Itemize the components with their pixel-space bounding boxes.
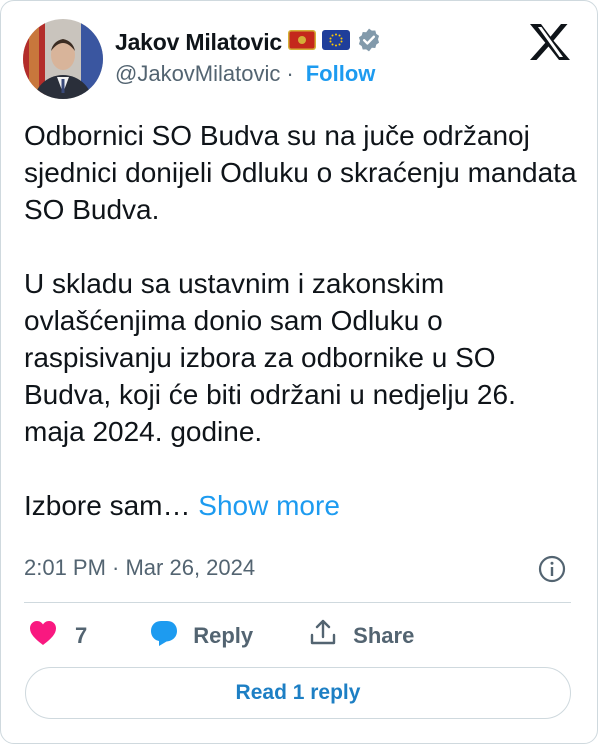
author-handle[interactable]: @JakovMilatovic: [115, 61, 280, 87]
handle-row: @JakovMilatovic · Follow: [115, 61, 375, 87]
avatar[interactable]: [23, 19, 103, 99]
divider: [24, 602, 571, 603]
tweet-timestamp[interactable]: 2:01 PM · Mar 26, 2024: [24, 555, 255, 581]
x-logo-icon[interactable]: [529, 23, 571, 61]
heart-icon: [29, 620, 57, 652]
tweet-body: Odbornici SO Budva su na juče održanoj s…: [24, 117, 584, 524]
author-name-row: Jakov Milatovic: [115, 27, 382, 57]
reply-button[interactable]: Reply: [135, 619, 253, 653]
share-button[interactable]: Share: [293, 619, 414, 653]
share-label: Share: [353, 623, 415, 648]
speech-bubble-icon: [149, 619, 179, 653]
show-more-link[interactable]: Show more: [198, 490, 340, 521]
tweet-paragraph: U skladu sa ustavnim i zakonskim ovlašće…: [24, 268, 516, 447]
separator-dot: ·: [286, 61, 294, 86]
reply-label: Reply: [193, 623, 254, 648]
action-bar: 7 Reply Share: [29, 619, 414, 653]
tweet-paragraph-truncated: Izbore sam… Show more: [24, 487, 584, 524]
eu-flag-icon: [322, 29, 351, 55]
author-name[interactable]: Jakov Milatovic: [115, 29, 282, 56]
follow-button[interactable]: Follow: [306, 61, 376, 87]
verified-badge-icon: [356, 27, 382, 58]
like-button[interactable]: 7: [29, 620, 87, 652]
tweet-paragraph: Odbornici SO Budva su na juče održanoj s…: [24, 120, 577, 225]
read-replies-button[interactable]: Read 1 reply: [25, 667, 571, 719]
truncated-text: Izbore sam…: [24, 490, 191, 521]
montenegro-flag-icon: [288, 29, 317, 55]
share-upload-icon: [309, 619, 337, 653]
info-icon[interactable]: [537, 554, 567, 584]
like-count: 7: [75, 623, 88, 648]
tweet-card: Jakov Milatovic @JakovMilatovic · Follow…: [0, 0, 598, 744]
